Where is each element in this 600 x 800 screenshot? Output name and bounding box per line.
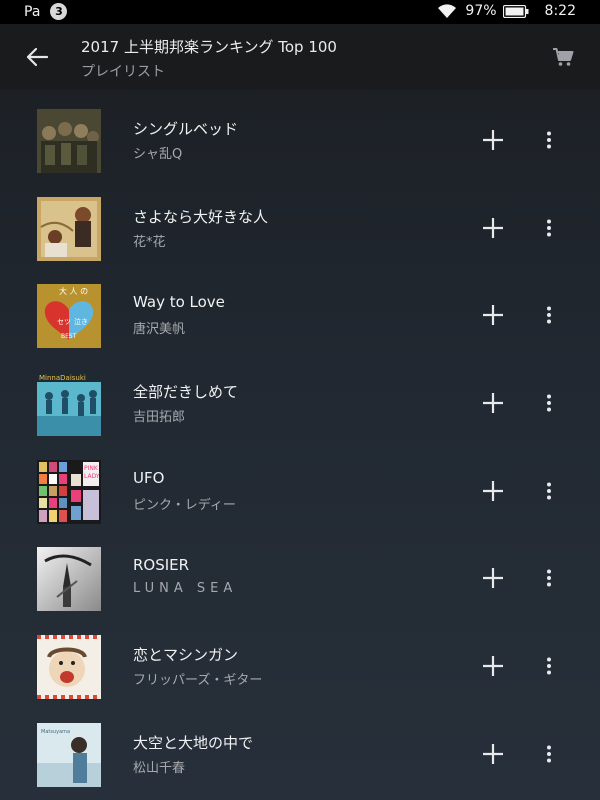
plus-icon <box>483 130 503 150</box>
track-title: Way to Love <box>133 293 225 312</box>
album-art: PINK LADY <box>37 459 101 524</box>
plus-icon <box>483 743 503 764</box>
header-titles: 2017 上半期邦楽ランキング Top 100 プレイリスト <box>81 36 337 81</box>
track-title: ROSIER <box>133 556 190 575</box>
svg-text:泣き: 泣き <box>74 317 88 326</box>
album-art <box>37 547 101 612</box>
track-title: さよなら大好きな人 <box>133 207 269 226</box>
track-list: シングルベッド シャ乱Q さよなら大好きな人 花*花 セツ 泣き 大 人 の B… <box>0 96 600 798</box>
more-vertical-icon <box>547 219 551 237</box>
track-title: 大空と大地の中で <box>133 733 254 752</box>
back-arrow-icon <box>26 47 49 67</box>
svg-text:BEST: BEST <box>61 333 77 340</box>
album-art <box>37 196 101 261</box>
more-vertical-icon <box>547 569 551 587</box>
album-art <box>37 109 101 173</box>
status-left: Pa 3 <box>24 3 68 20</box>
track-title: UFO <box>133 468 165 487</box>
app-header: 2017 上半期邦楽ランキング Top 100 プレイリスト <box>0 24 600 90</box>
track-title: 全部だきしめて <box>133 383 239 402</box>
more-options-button[interactable] <box>537 388 561 418</box>
album-art: Matsuyama <box>37 722 101 787</box>
cart-icon <box>553 48 574 66</box>
svg-text:PINK: PINK <box>84 465 99 472</box>
page-title: 2017 上半期邦楽ランキング Top 100 <box>81 38 337 56</box>
svg-text:セツ: セツ <box>57 318 71 326</box>
battery-percent: 97% <box>465 3 497 19</box>
track-row[interactable]: セツ 泣き 大 人 の BEST Way to Love 唐沢美帆 <box>0 271 600 359</box>
track-artist: ピンク・レディー <box>133 497 236 513</box>
track-row[interactable]: シングルベッド シャ乱Q <box>0 96 600 184</box>
add-button[interactable] <box>478 651 508 681</box>
add-button[interactable] <box>478 213 508 243</box>
more-options-button[interactable] <box>537 300 561 330</box>
more-options-button[interactable] <box>537 563 561 593</box>
clock: 8:22 <box>544 3 576 19</box>
track-row[interactable]: PINK LADY UFO ピンク・レディー <box>0 447 600 535</box>
svg-text:MinnaDaisuki: MinnaDaisuki <box>39 374 86 382</box>
add-button[interactable] <box>478 125 508 155</box>
more-vertical-icon <box>547 745 551 763</box>
track-artist: 花*花 <box>133 234 166 250</box>
status-bar: Pa 3 97% 8:22 <box>0 0 600 24</box>
page-subtitle: プレイリスト <box>81 64 165 80</box>
plus-icon <box>483 393 503 414</box>
wifi-icon <box>438 4 457 18</box>
more-options-button[interactable] <box>537 125 561 155</box>
add-button[interactable] <box>478 739 508 769</box>
back-button[interactable] <box>18 38 56 76</box>
more-vertical-icon <box>547 306 551 324</box>
more-options-button[interactable] <box>537 213 561 243</box>
add-button[interactable] <box>478 563 508 593</box>
more-vertical-icon <box>547 394 551 412</box>
plus-icon <box>483 305 503 326</box>
more-options-button[interactable] <box>537 651 561 681</box>
add-button[interactable] <box>478 300 508 330</box>
add-button[interactable] <box>478 388 508 418</box>
track-artist: フリッパーズ・ギター <box>133 673 263 689</box>
svg-text:大 人 の: 大 人 の <box>59 286 88 296</box>
track-row[interactable]: Matsuyama 大空と大地の中で 松山千春 <box>0 710 600 798</box>
more-options-button[interactable] <box>537 476 561 506</box>
track-artist: 松山千春 <box>133 760 186 776</box>
album-art: MinnaDaisuki <box>37 372 101 437</box>
plus-icon <box>483 568 503 589</box>
status-app-label: Pa <box>24 3 41 20</box>
track-row[interactable]: ROSIER LUNA SEA <box>0 534 600 622</box>
track-row[interactable]: さよなら大好きな人 花*花 <box>0 184 600 272</box>
battery-icon <box>502 4 529 18</box>
track-artist: シャ乱Q <box>133 147 183 162</box>
svg-text:LADY: LADY <box>84 473 100 480</box>
track-artist: 吉田拓郎 <box>133 410 186 426</box>
track-artist: LUNA SEA <box>133 581 238 597</box>
more-vertical-icon <box>547 131 551 149</box>
track-row[interactable]: 恋とマシンガン フリッパーズ・ギター <box>0 622 600 710</box>
status-right: 97% 8:22 <box>437 3 576 19</box>
more-options-button[interactable] <box>537 739 561 769</box>
more-vertical-icon <box>547 657 551 675</box>
track-title: 恋とマシンガン <box>133 646 239 665</box>
plus-icon <box>483 217 503 238</box>
more-vertical-icon <box>547 482 551 500</box>
album-art: セツ 泣き 大 人 の BEST <box>37 284 101 349</box>
plus-icon <box>483 656 503 677</box>
track-row[interactable]: MinnaDaisuki 全部だきしめて 吉田拓郎 <box>0 359 600 447</box>
plus-icon <box>483 480 503 501</box>
add-button[interactable] <box>478 476 508 506</box>
svg-text:Matsuyama: Matsuyama <box>41 729 70 735</box>
cart-button[interactable] <box>548 44 578 70</box>
track-title: シングルベッド <box>133 120 239 138</box>
notification-badge: 3 <box>50 3 68 20</box>
track-artist: 唐沢美帆 <box>133 322 186 338</box>
album-art <box>37 635 101 700</box>
